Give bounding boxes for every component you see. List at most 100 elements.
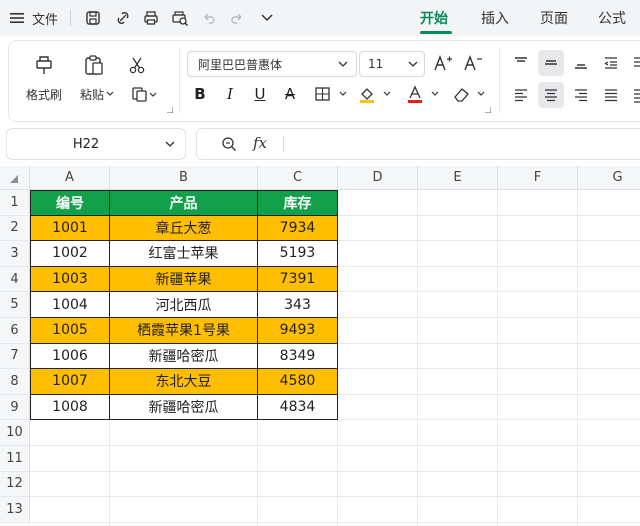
fill-color-button[interactable] [355,83,395,105]
print-preview-icon[interactable] [168,0,192,36]
align-left-icon[interactable] [509,83,533,107]
table-cell-stock[interactable]: 4834 [258,394,338,421]
align-center-icon[interactable] [538,82,564,108]
italic-icon[interactable]: I [219,83,241,105]
table-cell-id[interactable]: 1004 [30,292,110,318]
row-header-4[interactable]: 4 [0,266,30,293]
table-cell-id[interactable]: 1001 [30,215,110,242]
align-middle-icon[interactable] [538,50,564,76]
row-header-7[interactable]: 7 [0,343,30,370]
table-cell-stock[interactable]: 7391 [258,266,338,293]
decrease-indent-icon[interactable] [599,51,623,75]
table-cell-id[interactable]: 1006 [30,343,110,370]
table-cell-product[interactable]: 东北大豆 [110,369,258,395]
tab-formulas[interactable]: 公式 [598,6,626,30]
table-cell-product[interactable]: 新疆哈密瓜 [110,394,258,421]
menu-icon[interactable] [6,0,28,36]
fill-color-icon [360,88,391,103]
save-icon[interactable] [82,0,104,36]
paste-icon[interactable] [79,51,109,79]
expand-corner-icon[interactable] [167,107,173,113]
table-cell-stock[interactable]: 8349 [258,343,338,370]
chevron-down-icon[interactable] [256,0,278,36]
row-header-10[interactable]: 10 [0,420,30,446]
tab-insert[interactable]: 插入 [481,6,509,30]
column-header-e[interactable]: E [418,166,498,190]
file-menu[interactable]: 文件 [30,0,60,36]
underline-icon[interactable]: U [249,83,271,105]
decrease-font-size-icon[interactable] [461,51,485,75]
align-top-icon[interactable] [509,51,533,75]
table-cell-id[interactable]: 1007 [30,369,110,395]
table-cell-stock[interactable]: 5193 [258,241,338,267]
column-header-a[interactable]: A [30,166,110,190]
name-box[interactable]: H22 [6,128,186,160]
fx-icon[interactable]: fx [253,134,267,152]
table-cell-stock[interactable]: 7934 [258,215,338,242]
row-header-3[interactable]: 3 [0,241,30,267]
table-cell-id[interactable]: 1002 [30,241,110,267]
row-header-1[interactable]: 1 [0,190,30,216]
font-name-select[interactable]: 阿里巴巴普惠体 [187,51,357,77]
font-color-button[interactable] [403,83,443,105]
row-header-2[interactable]: 2 [0,215,30,242]
distributed-align-icon[interactable] [629,83,640,107]
redo-icon[interactable] [226,0,248,36]
formula-input[interactable]: fx [196,128,640,160]
row-header-9[interactable]: 9 [0,394,30,421]
table-cell-id[interactable]: 1005 [30,318,110,344]
select-all-corner[interactable] [0,166,30,190]
table-cell-stock[interactable]: 9493 [258,318,338,344]
share-icon[interactable] [112,0,134,36]
clear-format-button[interactable] [449,83,489,105]
tab-home[interactable]: 开始 [420,6,448,30]
table-header-id[interactable]: 编号 [30,190,110,216]
cut-icon[interactable] [123,51,151,79]
orientation-icon[interactable] [629,51,640,75]
borders-button[interactable] [311,83,351,105]
table-cell-product[interactable]: 栖霞苹果1号果 [110,318,258,344]
undo-icon[interactable] [198,0,220,36]
table-header-product[interactable]: 产品 [110,190,258,216]
chevron-down-icon [408,61,418,67]
table-cell-product[interactable]: 河北西瓜 [110,292,258,318]
column-header-b[interactable]: B [110,166,258,190]
table-cell-id[interactable]: 1008 [30,394,110,421]
table-cell-product[interactable]: 章丘大葱 [110,215,258,242]
column-header-d[interactable]: D [338,166,418,190]
column-header-c[interactable]: C [258,166,338,190]
table-cell-product[interactable]: 红富士苹果 [110,241,258,267]
grid-line [30,470,640,472]
row-header-11[interactable]: 11 [0,446,30,472]
format-painter-button[interactable]: 格式刷 [19,85,69,103]
tab-page[interactable]: 页面 [540,6,568,30]
font-size-select[interactable]: 11 [359,51,425,77]
format-painter-icon[interactable] [29,51,59,79]
paste-button[interactable]: 粘贴 [75,85,119,103]
row-header-13[interactable]: 13 [0,497,30,523]
increase-font-size-icon[interactable] [431,51,455,75]
strikethrough-icon[interactable]: A [279,83,301,105]
table-cell-product[interactable]: 新疆苹果 [110,266,258,293]
align-right-icon[interactable] [569,83,593,107]
spreadsheet-grid[interactable]: ABCDEFG 1 2 3 4 5 6 7 8 9 10 11 12 13 编号 产品 库存 1001 章丘大葱… [0,166,640,526]
grid-line [30,445,640,446]
copy-button[interactable] [127,83,161,105]
row-header-8[interactable]: 8 [0,369,30,395]
table-header-stock[interactable]: 库存 [258,190,338,216]
justify-icon[interactable] [599,83,623,107]
table-cell-product[interactable]: 新疆哈密瓜 [110,343,258,370]
table-cell-stock[interactable]: 4580 [258,369,338,395]
table-cell-stock[interactable]: 343 [258,292,338,318]
row-header-5[interactable]: 5 [0,292,30,318]
table-cell-id[interactable]: 1003 [30,266,110,293]
zoom-search-icon[interactable] [221,136,237,152]
row-header-12[interactable]: 12 [0,471,30,498]
column-header-f[interactable]: F [498,166,578,190]
print-icon[interactable] [140,0,162,36]
row-header-6[interactable]: 6 [0,318,30,344]
column-header-g[interactable]: G [578,166,640,190]
bold-icon[interactable]: B [189,83,211,105]
align-bottom-icon[interactable] [569,51,593,75]
expand-corner-icon[interactable] [485,107,491,113]
